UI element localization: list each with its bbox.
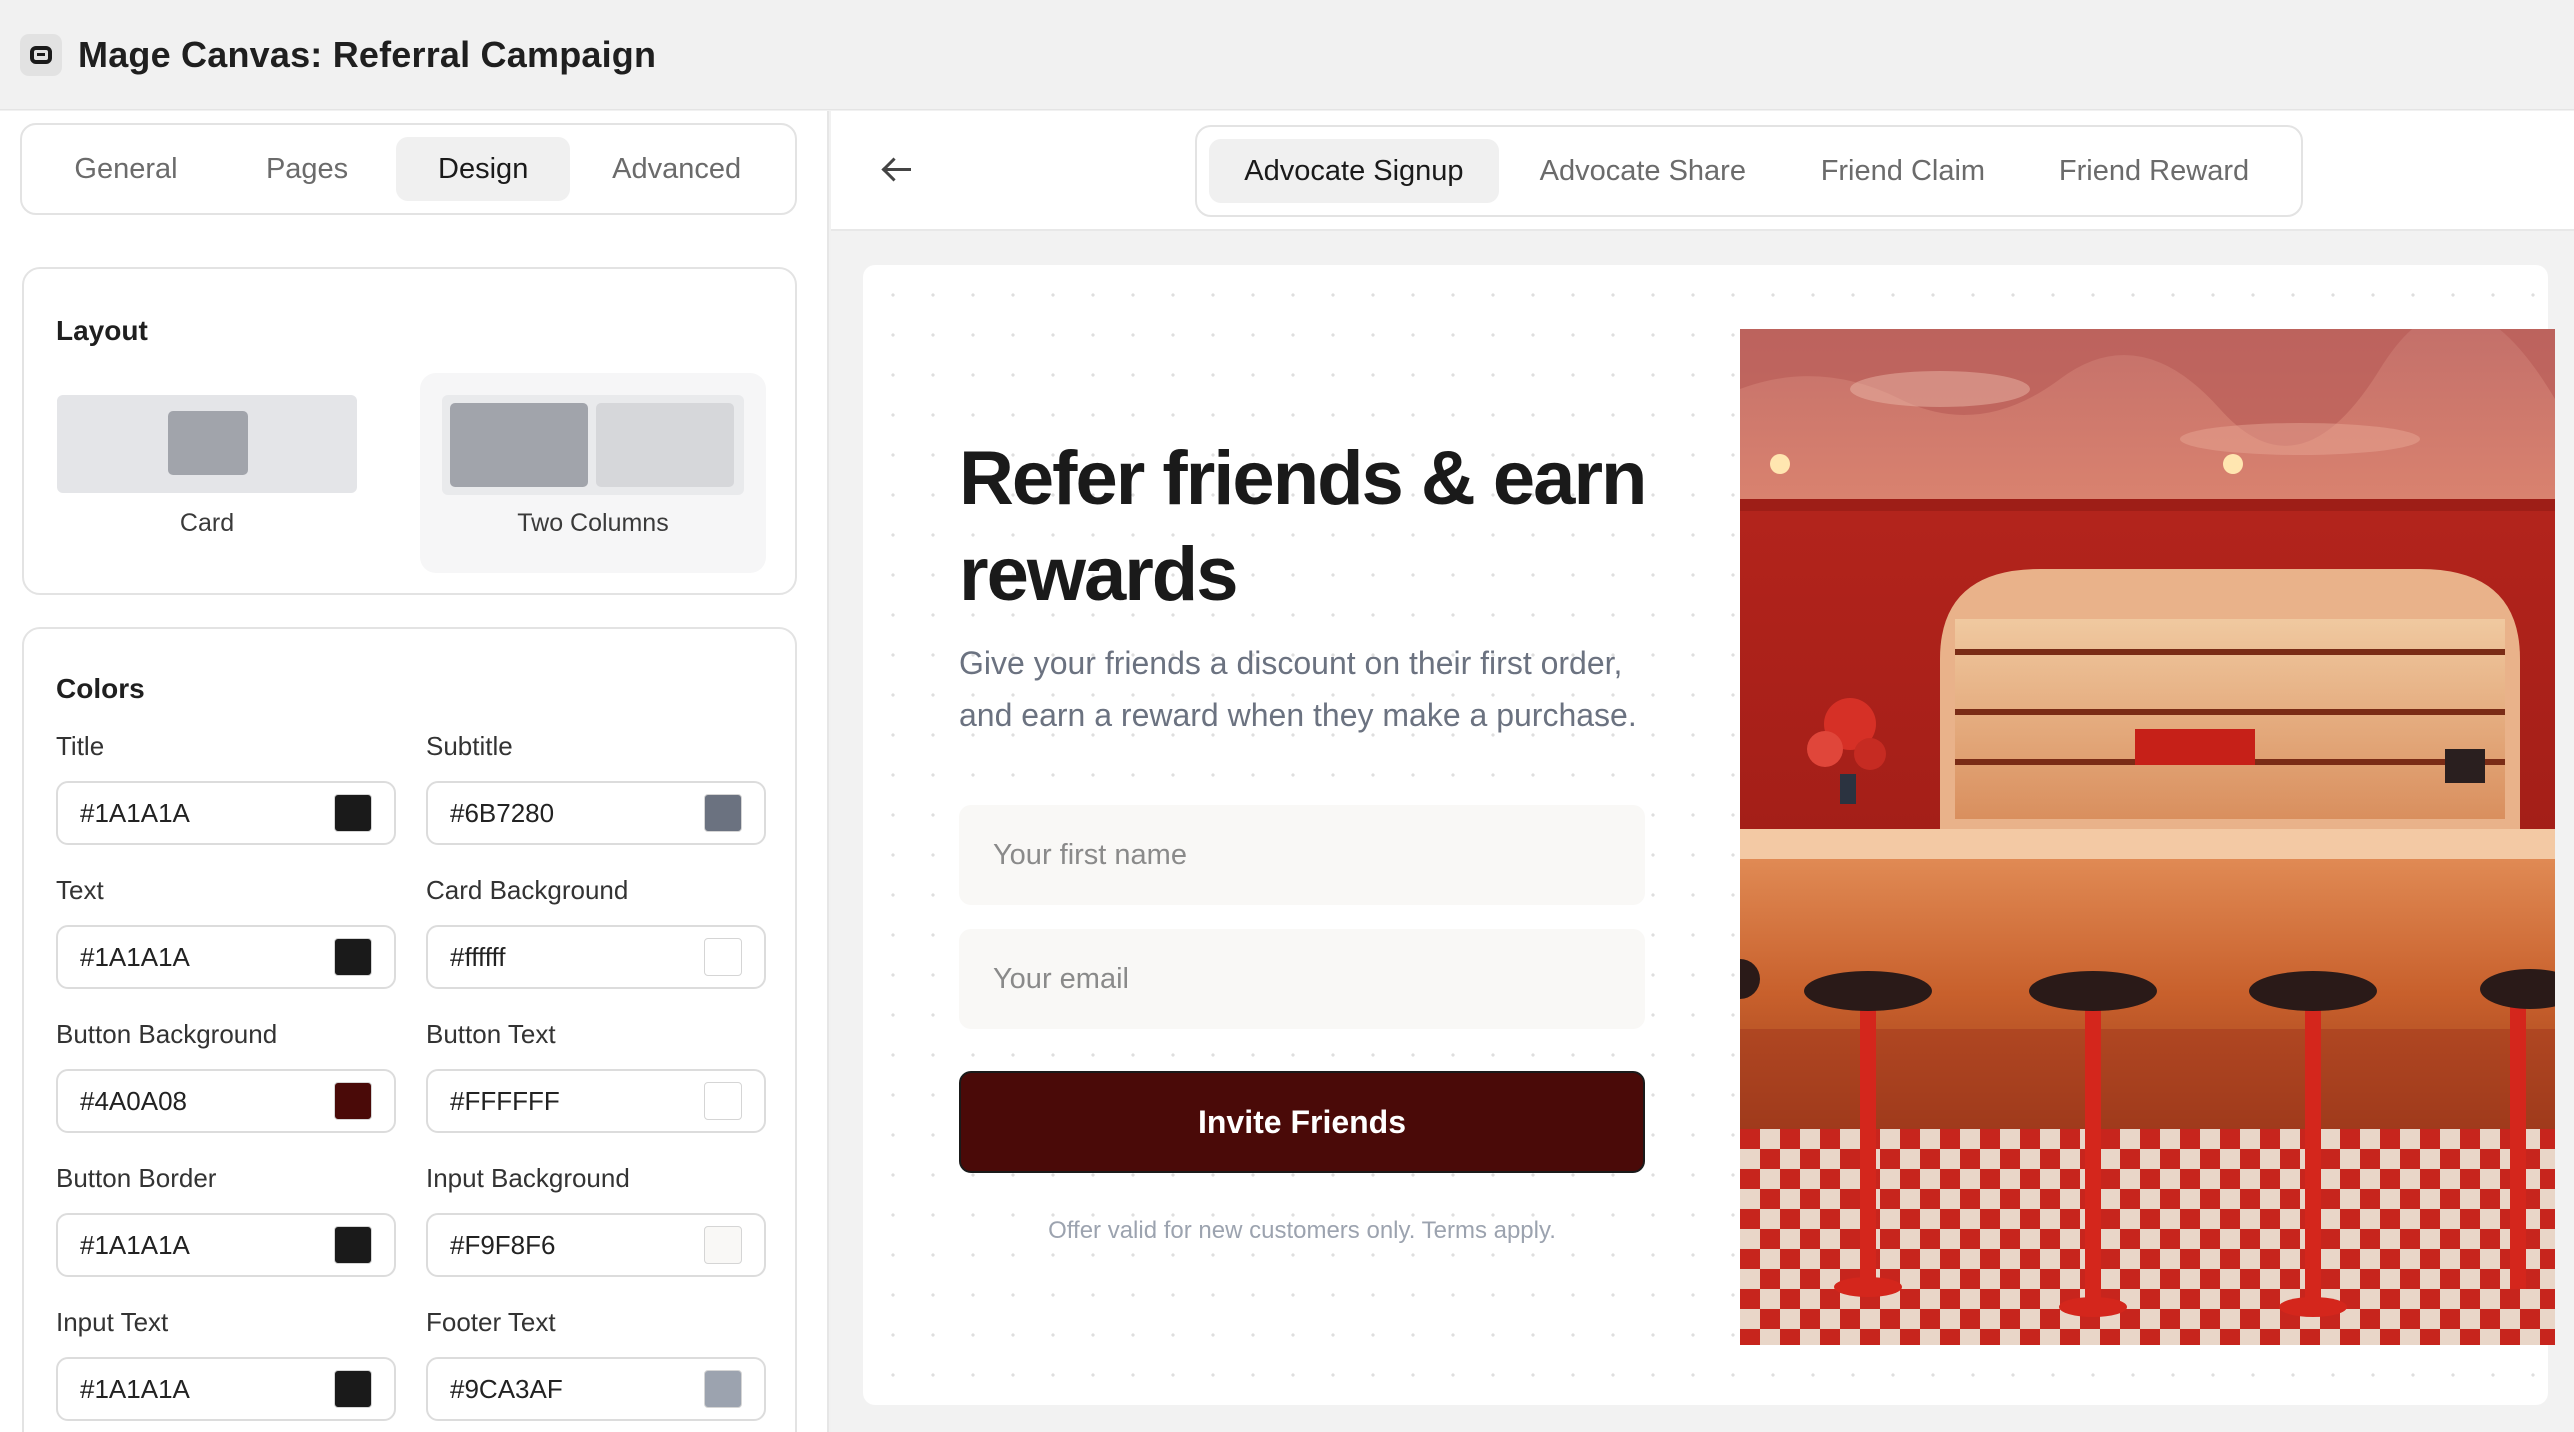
layout-option-card[interactable]: Card [54, 373, 360, 573]
tab-pages[interactable]: Pages [218, 137, 396, 201]
title-bar: Mage Canvas: Referral Campaign [0, 0, 2574, 110]
tab-general[interactable]: General [34, 137, 218, 201]
color-field-label: Input Text [56, 1307, 169, 1337]
color-swatch[interactable] [704, 1226, 742, 1264]
color-input[interactable]: #9CA3AF [426, 1357, 766, 1421]
color-value: #1A1A1A [80, 797, 190, 828]
preview-subtitle: Give your friends a discount on their fi… [959, 645, 1637, 733]
color-input[interactable]: #6B7280 [426, 781, 766, 845]
color-input[interactable]: #FFFFFF [426, 1069, 766, 1133]
color-field-label: Subtitle [426, 731, 513, 761]
color-value: #4A0A08 [80, 1085, 187, 1116]
window-title: Mage Canvas: Referral Campaign [78, 33, 657, 75]
settings-panel: General Pages Design Advanced Layout Car… [0, 111, 829, 1432]
preview-headline: Refer friends & earn rewards [959, 436, 1647, 617]
color-field-label: Title [56, 731, 105, 761]
color-input[interactable]: #ffffff [426, 925, 766, 989]
settings-tabs: General Pages Design Advanced [20, 123, 797, 215]
card-layout-thumbnail [57, 395, 357, 493]
color-field-label: Button Background [56, 1019, 278, 1049]
color-input[interactable]: #F9F8F6 [426, 1213, 766, 1277]
color-field-button-background: Button Background #4A0A08 [56, 1019, 396, 1133]
color-swatch[interactable] [704, 1370, 742, 1408]
color-field-text: Text #1A1A1A [56, 875, 396, 989]
color-field-label: Card Background [426, 875, 629, 905]
layout-option-label: Card [179, 509, 235, 537]
color-swatch[interactable] [704, 1082, 742, 1120]
color-input[interactable]: #1A1A1A [56, 781, 396, 845]
tab-advanced[interactable]: Advanced [570, 137, 783, 201]
color-field-button-text: Button Text #FFFFFF [426, 1019, 766, 1133]
layout-option-label: Two Columns [517, 509, 669, 537]
color-field-input-text: Input Text #1A1A1A [56, 1307, 396, 1421]
color-swatch[interactable] [704, 794, 742, 832]
layout-section-title: Layout [56, 315, 148, 346]
arrow-left-icon[interactable] [877, 149, 917, 189]
invite-friends-button[interactable]: Invite Friends [959, 1071, 1645, 1173]
preview-canvas: Refer friends & earn rewards Give your f… [863, 265, 2555, 1405]
mage-logo-icon [20, 33, 62, 76]
color-value: #1A1A1A [80, 941, 190, 972]
color-value: #1A1A1A [80, 1373, 190, 1404]
color-input[interactable]: #1A1A1A [56, 925, 396, 989]
color-value: #F9F8F6 [450, 1229, 556, 1260]
color-field-input-background: Input Background #F9F8F6 [426, 1163, 766, 1277]
layout-option-two-columns[interactable]: Two Columns [420, 373, 766, 573]
color-field-label: Footer Text [426, 1307, 556, 1337]
color-swatch[interactable] [334, 1370, 372, 1408]
preview-content: Refer friends & earn rewards Give your f… [959, 265, 1649, 1405]
color-field-label: Button Border [56, 1163, 217, 1193]
page-tabs: Advocate Signup Advocate Share Friend Cl… [1195, 125, 2303, 217]
preview-footer: Offer valid for new customers only. Term… [1048, 1217, 1556, 1244]
color-field-subtitle: Subtitle #6B7280 [426, 731, 766, 845]
layout-section: Layout Card Two Columns [22, 267, 797, 595]
preview-panel: Advocate Signup Advocate Share Friend Cl… [831, 111, 2574, 1432]
color-value: #6B7280 [450, 797, 555, 828]
tab-advocate-signup[interactable]: Advocate Signup [1209, 139, 1499, 203]
color-swatch[interactable] [704, 938, 742, 976]
color-field-title: Title #1A1A1A [56, 731, 396, 845]
color-input[interactable]: #1A1A1A [56, 1213, 396, 1277]
color-swatch[interactable] [334, 1082, 372, 1120]
colors-section-title: Colors [56, 673, 145, 704]
color-swatch[interactable] [334, 794, 372, 832]
color-swatch[interactable] [334, 1226, 372, 1264]
email-input[interactable]: Your email [959, 929, 1645, 1029]
first-name-input[interactable]: Your first name [959, 805, 1645, 905]
tab-design[interactable]: Design [396, 137, 571, 201]
color-field-label: Input Background [426, 1163, 630, 1193]
color-field-footer-text: Footer Text #9CA3AF [426, 1307, 766, 1421]
restaurant-bar-image [1740, 329, 2555, 1345]
color-field-label: Text [56, 875, 104, 905]
color-input[interactable]: #4A0A08 [56, 1069, 396, 1133]
color-field-label: Button Text [426, 1019, 556, 1049]
two-columns-layout-thumbnail [442, 395, 744, 495]
colors-section: Colors Title #1A1A1A Subtitle #6B7280 Te… [22, 627, 797, 1432]
color-swatch[interactable] [334, 938, 372, 976]
color-field-button-border: Button Border #1A1A1A [56, 1163, 396, 1277]
color-field-card-background: Card Background #ffffff [426, 875, 766, 989]
color-value: #ffffff [450, 941, 506, 972]
color-value: #FFFFFF [450, 1085, 560, 1116]
tab-friend-reward[interactable]: Friend Reward [2019, 139, 2289, 203]
color-input[interactable]: #1A1A1A [56, 1357, 396, 1421]
tab-advocate-share[interactable]: Advocate Share [1499, 139, 1787, 203]
preview-header: Advocate Signup Advocate Share Friend Cl… [831, 111, 2574, 231]
tab-friend-claim[interactable]: Friend Claim [1787, 139, 2019, 203]
color-value: #9CA3AF [450, 1373, 563, 1404]
color-value: #1A1A1A [80, 1229, 190, 1260]
